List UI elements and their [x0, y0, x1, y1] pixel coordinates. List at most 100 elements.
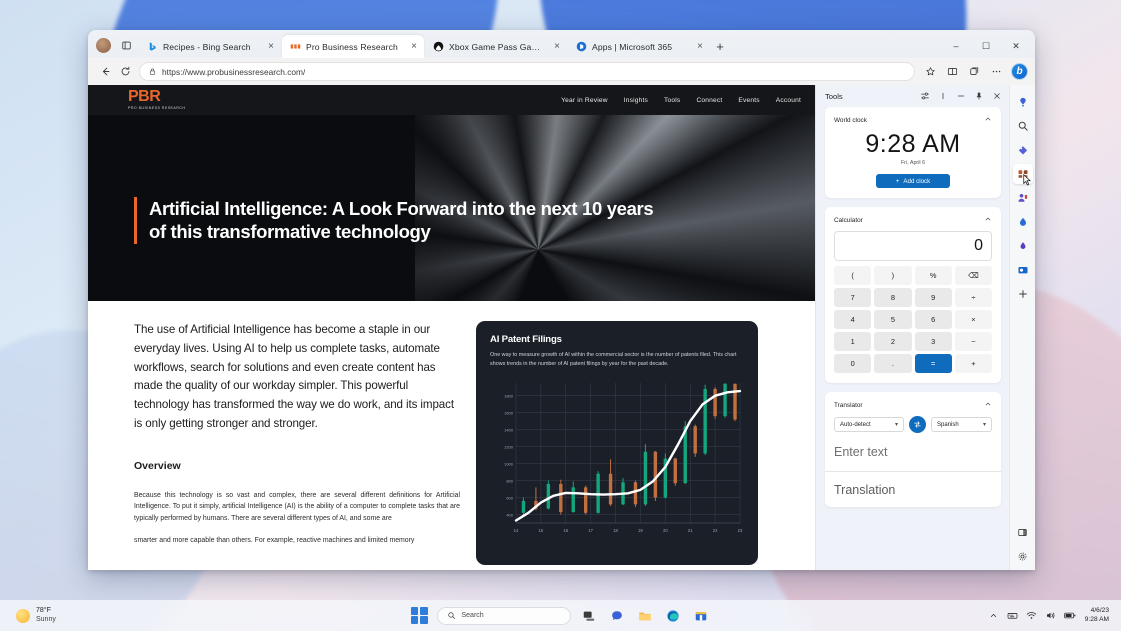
calculator-key-6[interactable]: 6	[915, 310, 952, 329]
wifi-icon[interactable]	[1026, 610, 1038, 622]
copilot-icon[interactable]	[1013, 92, 1033, 112]
show-hidden-icons[interactable]	[988, 610, 1000, 622]
new-tab-button[interactable]: +	[711, 36, 729, 56]
taskbar-clock[interactable]: 4/6/23 9:28 AM	[1085, 607, 1109, 623]
volume-icon[interactable]	[1045, 610, 1057, 622]
hero-headline: Artificial Intelligence: A Look Forward …	[149, 197, 669, 244]
calculator-key-%[interactable]: %	[915, 266, 952, 285]
nav-link-connect[interactable]: Connect	[696, 97, 722, 104]
article-lede: The use of Artificial Intelligence has b…	[134, 321, 460, 434]
calculator-key-+[interactable]: +	[955, 354, 992, 373]
refresh-button[interactable]	[115, 62, 135, 82]
calculator-key-9[interactable]: 9	[915, 288, 952, 307]
target-language-select[interactable]: Spanish ▾	[931, 417, 992, 432]
chevron-up-icon[interactable]	[984, 115, 992, 125]
calculator-key-1[interactable]: 1	[834, 332, 871, 351]
calculator-key-([interactable]: (	[834, 266, 871, 285]
svg-text:800: 800	[506, 478, 513, 483]
shopping-icon[interactable]	[1013, 140, 1033, 160]
language-icon[interactable]	[1007, 610, 1019, 622]
add-clock-button[interactable]: + Add clock	[876, 174, 950, 188]
pin-icon[interactable]	[973, 90, 985, 102]
tab-close-icon[interactable]: ×	[551, 41, 563, 53]
address-bar[interactable]: https://www.probusinessresearch.com/	[139, 62, 915, 81]
calculator-key-4[interactable]: 4	[834, 310, 871, 329]
tools-panel-body[interactable]: World clock 9:28 AM Fri, April 6 + Add c…	[816, 107, 1009, 570]
browser-essentials-icon[interactable]	[1013, 236, 1033, 256]
close-button[interactable]: ✕	[1001, 34, 1031, 58]
nav-link-account[interactable]: Account	[776, 97, 801, 104]
calculator-key-7[interactable]: 7	[834, 288, 871, 307]
drop-icon[interactable]	[1013, 212, 1033, 232]
bing-copilot-button[interactable]: b	[1011, 63, 1028, 80]
tab-pro-business-research[interactable]: Pro Business Research ×	[282, 35, 424, 58]
nav-link-year-in-review[interactable]: Year in Review	[561, 97, 608, 104]
calculator-key-.[interactable]: .	[874, 354, 911, 373]
task-view-icon[interactable]	[580, 606, 599, 625]
backspace-key[interactable]: ⌫	[955, 266, 992, 285]
site-nav-links: Year in Review Insights Tools Connect Ev…	[561, 97, 801, 104]
minimize-icon[interactable]	[955, 90, 967, 102]
games-icon[interactable]	[1013, 188, 1033, 208]
calculator-key-−[interactable]: −	[955, 332, 992, 351]
customize-icon[interactable]	[919, 90, 931, 102]
calculator-key-8[interactable]: 8	[874, 288, 911, 307]
chat-icon[interactable]	[608, 606, 627, 625]
collections-icon[interactable]	[964, 62, 984, 82]
calculator-key-)[interactable]: )	[874, 266, 911, 285]
calculator-key-3[interactable]: 3	[915, 332, 952, 351]
split-screen-icon[interactable]	[942, 62, 962, 82]
taskbar-weather-widget[interactable]: 78°F Sunny	[16, 607, 56, 625]
calculator-key-×[interactable]: ×	[955, 310, 992, 329]
site-logo[interactable]: PBR PRO BUSINESS RESEARCH	[128, 89, 185, 111]
store-icon[interactable]	[692, 606, 711, 625]
tab-apps-microsoft-365[interactable]: Apps | Microsoft 365 ×	[568, 35, 710, 58]
search-icon[interactable]	[1013, 116, 1033, 136]
window-controls: – ☐ ✕	[941, 34, 1031, 58]
battery-icon[interactable]	[1064, 610, 1076, 622]
calculator-key-=[interactable]: =	[915, 354, 952, 373]
customize-sidebar-icon[interactable]	[1013, 522, 1033, 542]
tab-close-icon[interactable]: ×	[408, 41, 420, 53]
more-icon[interactable]	[937, 90, 949, 102]
minimize-button[interactable]: –	[941, 34, 971, 58]
tab-close-icon[interactable]: ×	[694, 41, 706, 53]
tab-recipes-bing-search[interactable]: Recipes - Bing Search ×	[139, 35, 281, 58]
back-button[interactable]	[95, 62, 115, 82]
nav-link-tools[interactable]: Tools	[664, 97, 680, 104]
file-explorer-icon[interactable]	[636, 606, 655, 625]
site-info-icon[interactable]	[148, 67, 157, 76]
calculator-display[interactable]: 0	[834, 231, 992, 261]
start-icon[interactable]	[411, 607, 428, 624]
chevron-up-icon[interactable]	[984, 400, 992, 410]
maximize-button[interactable]: ☐	[971, 34, 1001, 58]
tools-panel-header: Tools	[816, 85, 1009, 107]
calculator-key-2[interactable]: 2	[874, 332, 911, 351]
settings-more-icon[interactable]	[986, 62, 1006, 82]
source-language-select[interactable]: Auto-detect ▾	[834, 417, 904, 432]
nav-link-events[interactable]: Events	[738, 97, 759, 104]
tab-xbox-game-pass[interactable]: Xbox Game Pass Games Library ×	[425, 35, 567, 58]
favorites-icon[interactable]	[920, 62, 940, 82]
nav-link-insights[interactable]: Insights	[624, 97, 648, 104]
tools-icon[interactable]	[1013, 164, 1033, 184]
taskbar-search-box[interactable]: Search	[437, 607, 571, 625]
tab-actions-icon[interactable]	[117, 36, 135, 54]
calculator-key-0[interactable]: 0	[834, 354, 871, 373]
add-sidebar-app-icon[interactable]	[1013, 284, 1033, 304]
edge-icon[interactable]	[664, 606, 683, 625]
tab-close-icon[interactable]: ×	[265, 41, 277, 53]
close-icon[interactable]	[991, 90, 1003, 102]
svg-text:15: 15	[539, 528, 544, 533]
translator-input[interactable]: Enter text	[834, 445, 992, 459]
logo-text: PBR	[128, 89, 185, 105]
sidebar-settings-icon[interactable]	[1013, 546, 1033, 566]
profile-avatar[interactable]	[96, 38, 111, 53]
outlook-icon[interactable]	[1013, 260, 1033, 280]
calculator-key-÷[interactable]: ÷	[955, 288, 992, 307]
swap-languages-button[interactable]	[909, 416, 926, 433]
svg-text:16: 16	[563, 528, 568, 533]
calculator-key-5[interactable]: 5	[874, 310, 911, 329]
chevron-up-icon[interactable]	[984, 215, 992, 225]
system-tray: 4/6/23 9:28 AM	[988, 607, 1113, 623]
